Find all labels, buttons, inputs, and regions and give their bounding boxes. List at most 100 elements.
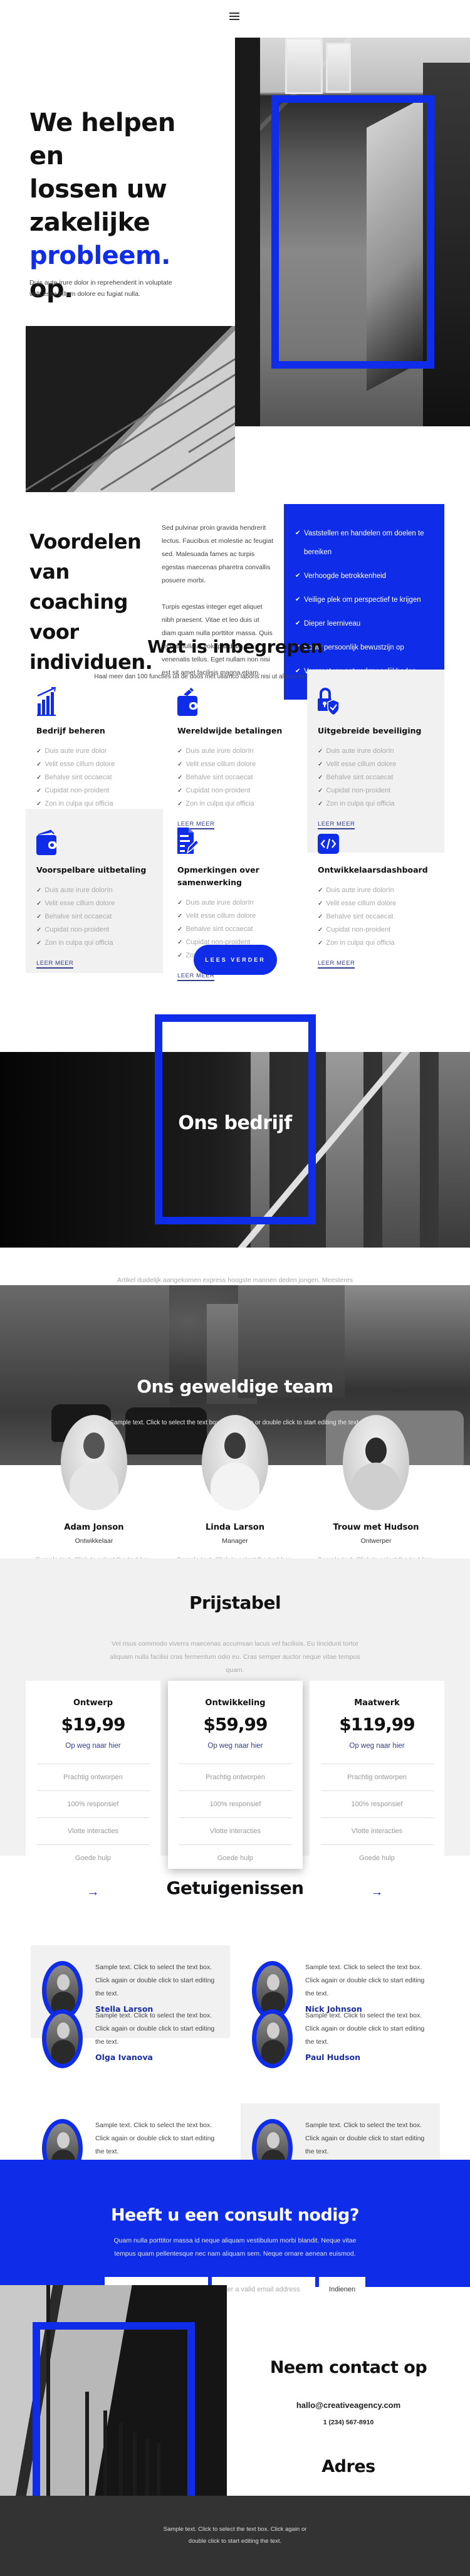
avatar-head — [57, 2132, 70, 2148]
feature-list-label: Velit esse cillum dolore — [326, 900, 397, 907]
feature-card: Voorspelbare uitbetaling ✓ Duis aute irure… — [26, 809, 163, 973]
feature-list-item: ✓ Velit esse cillum dolore — [318, 897, 434, 910]
pricing-plan-card: Ontwerp $19,99 Op weg naar hier Prachtig on… — [26, 1681, 160, 1899]
feature-card: Bedrijf beheren ✓ Duis aute irure dolor ✓ Ve… — [26, 670, 163, 829]
document-edit-icon — [177, 826, 200, 855]
feature-card-title: Ontwikkelaarsdashboard — [318, 865, 428, 875]
feature-list-item: ✓ Duis aute irure dolorIn — [318, 745, 434, 758]
check-icon: ✓ — [177, 748, 183, 755]
feature-list-item: ✓ Velit esse cillum dolore — [318, 758, 434, 771]
plan-feature: Vlotte interacties — [320, 1817, 434, 1844]
pricing-plan-card: Ontwikkeling $59,99 Op weg naar hier Pracht… — [168, 1681, 303, 1899]
hero-title-line: We helpen en — [29, 108, 175, 171]
check-icon: ✓ — [36, 787, 42, 794]
wallet-icon — [177, 687, 197, 716]
feature-list-item: ✓ Velit esse cillum dolore — [177, 910, 293, 923]
testimonial-name: Olga Ivanova — [95, 2053, 153, 2062]
hero-title-line: lossen uw — [29, 175, 167, 204]
contact-title: Neem contact op — [269, 2358, 427, 2377]
company-title: Ons bedrijf — [178, 1112, 292, 1134]
check-icon: ✓ — [36, 774, 42, 781]
feature-list-label: Cupidat non-proident — [326, 787, 391, 794]
hamburger-menu-icon[interactable] — [229, 13, 239, 21]
check-icon: ✓ — [36, 748, 42, 755]
feature-list-item: ✓ Duis aute irure dolor — [36, 745, 152, 758]
hero-description: Duis aute irure dolor in reprehenderit i… — [29, 279, 172, 298]
contact-email-link[interactable]: hallo@creativeagency.com — [227, 2400, 470, 2410]
check-icon: ✓ — [177, 761, 183, 768]
feature-card-title: Uitgebreide beveiliging — [318, 726, 422, 735]
feature-list-label: Behalve sint occaecat — [185, 925, 253, 933]
submit-button[interactable]: Indienen — [319, 2277, 365, 2301]
checklist-label: Veilige plek om perspectief te krijgen — [304, 596, 421, 604]
plan-tagline: Op weg naar hier — [207, 1742, 263, 1750]
feature-list-label: Behalve sint occaecat — [326, 774, 394, 781]
check-icon: ✔ — [295, 572, 301, 579]
testimonial-text: Sample text. Click to select the text bo… — [305, 2121, 425, 2155]
feature-card-title: Voorspelbare uitbetaling — [36, 865, 147, 875]
checklist-item: ✔ Verhoogde betrokkenheid — [295, 567, 434, 586]
learn-more-link[interactable]: LEER MEER — [36, 960, 74, 969]
feature-list-item: ✓ Cupidat non-proident — [318, 923, 434, 937]
feature-list-label: Zon in culpa qui officia — [326, 800, 395, 807]
plan-feature: Prachtig ontworpen — [36, 1764, 150, 1790]
feature-card-list: ✓ Duis aute irure dolorIn ✓ Velit esse cill… — [318, 745, 434, 811]
check-icon: ✓ — [177, 774, 183, 781]
feature-list-item: ✓ Cupidat non-proident — [177, 784, 293, 797]
checklist-label: Verhoogde betrokkenheid — [304, 572, 387, 580]
feature-list-label: Velit esse cillum dolore — [44, 900, 115, 907]
feature-list-item: ✓ Duis aute irure dolorIn — [318, 884, 434, 897]
check-icon: ✓ — [36, 887, 42, 894]
feature-list-item: ✓ Behalve sint occaecat — [318, 771, 434, 784]
check-icon: ✓ — [318, 887, 323, 894]
contact-phone: 1 (234) 567-8910 — [323, 2419, 374, 2426]
checklist-label: Dieper leerniveau — [304, 620, 361, 628]
feature-list-label: Behalve sint occaecat — [185, 774, 253, 781]
feature-list-label: Duis aute irure dolorIn — [185, 899, 254, 907]
photo-head — [83, 1433, 105, 1459]
check-icon: ✓ — [318, 940, 323, 947]
image-facade — [326, 1052, 363, 1248]
checklist-item: ✔ Dieper leerniveau — [295, 614, 434, 633]
feature-list-item: ✓ Behalve sint occaecat — [36, 771, 152, 784]
team-title: Ons geweldige team — [137, 1376, 333, 1397]
photo-head — [224, 1433, 246, 1459]
feature-list-label: Behalve sint occaecat — [44, 774, 112, 781]
plan-price: $19,99 — [61, 1714, 125, 1735]
feature-list-label: Cupidat non-proident — [44, 787, 110, 794]
feature-card-title: Bedrijf beheren — [36, 726, 105, 735]
team-member-role: Manager — [222, 1537, 248, 1545]
image-window — [326, 43, 351, 93]
feature-card: Ontwikkelaarsdashboard ✓ Duis aute irure d… — [307, 809, 444, 969]
photo-torso — [70, 1463, 118, 1510]
hero-title-line: zakelijke — [29, 208, 150, 237]
check-icon: ✓ — [177, 900, 183, 907]
feature-list-item: ✓ Velit esse cillum dolore — [177, 758, 293, 771]
features-read-more-button[interactable]: LEES VERDER — [194, 945, 277, 975]
feature-list-label: Zon in culpa qui officia — [44, 939, 113, 947]
image-beam — [188, 352, 235, 453]
footer-text: Sample text. Click to select the text bo… — [163, 2526, 307, 2545]
plan-feature: 100% responsief — [320, 1790, 434, 1817]
lock-shield-icon — [318, 687, 340, 716]
photo-head — [365, 1438, 387, 1464]
checklist-item: ✔ Vaststellen en handelen om doelen te be… — [295, 524, 434, 562]
plan-price: $119,99 — [339, 1714, 415, 1735]
email-input[interactable] — [212, 2277, 315, 2301]
learn-more-link[interactable]: LEER MEER — [318, 960, 355, 969]
feature-card: Wereldwijde betalingen ✓ Duis aute irure d… — [167, 670, 304, 829]
image-window — [285, 38, 323, 94]
plan-feature: Goede hulp — [179, 1844, 292, 1871]
check-icon: ✓ — [318, 913, 323, 920]
plan-feature: 100% responsief — [179, 1790, 292, 1817]
feature-list-label: Velit esse cillum dolore — [326, 760, 397, 768]
image-facade — [382, 1052, 420, 1248]
team-member-photo — [202, 1415, 268, 1510]
feature-list-label: Cupidat non-proident — [185, 787, 251, 794]
feature-list-item: ✓ Cupidat non-proident — [36, 784, 152, 797]
avatar-head — [267, 2132, 279, 2148]
feature-list-label: Velit esse cillum dolore — [185, 760, 256, 768]
menu-line — [229, 19, 239, 20]
check-icon: ✓ — [36, 940, 42, 947]
team-member-role: Ontwikkelaar — [75, 1537, 113, 1545]
